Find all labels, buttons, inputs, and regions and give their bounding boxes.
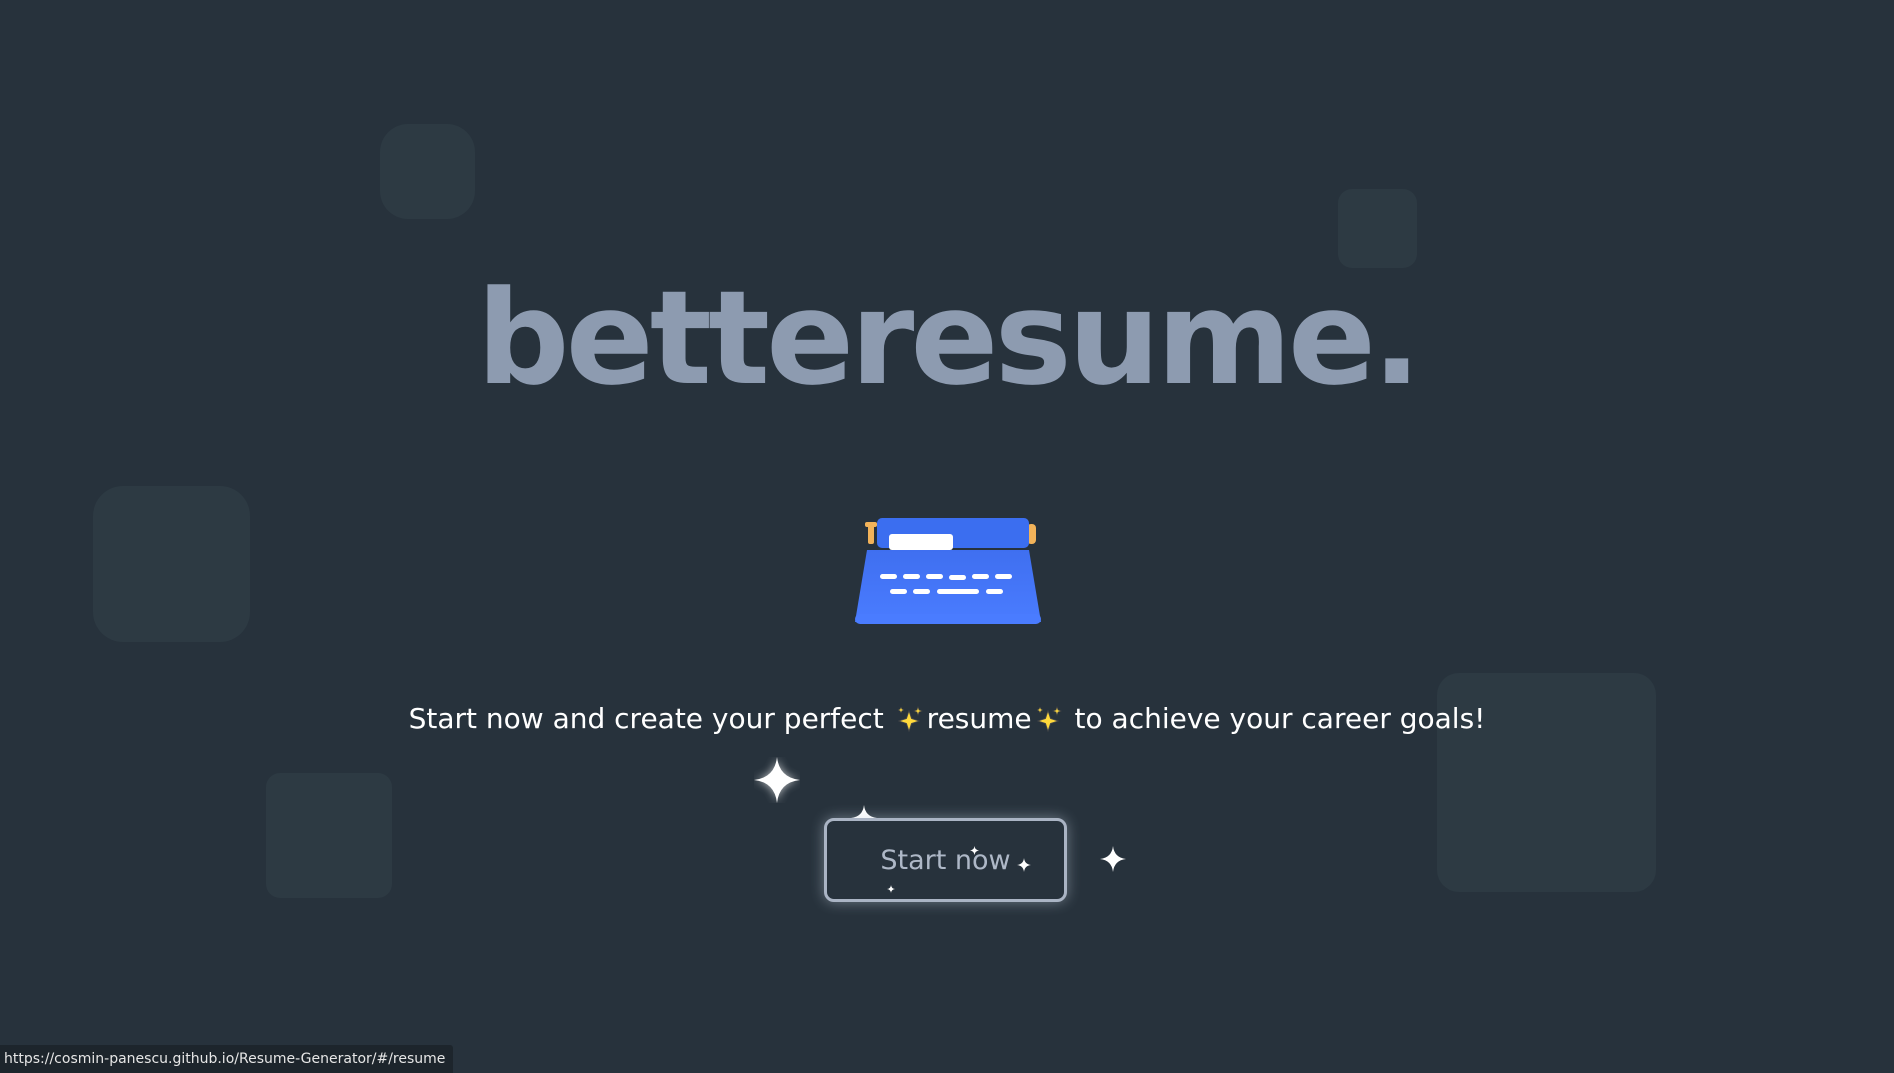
status-bar-url: https://cosmin-panescu.github.io/Resume-… bbox=[0, 1045, 454, 1073]
background-square bbox=[93, 486, 250, 642]
star-icon bbox=[1017, 858, 1031, 872]
tagline-text-start: Start now and create your perfect bbox=[408, 702, 893, 735]
tagline-text-end: to achieve your career goals! bbox=[1065, 702, 1486, 735]
star-icon bbox=[887, 885, 895, 893]
sparkles-icon bbox=[1035, 706, 1062, 733]
brand-title: betteresume. bbox=[476, 262, 1422, 414]
sparkles-icon bbox=[896, 706, 923, 733]
tagline-text-resume: resume bbox=[926, 702, 1032, 735]
landing-page: betteresume. Start now and create your p… bbox=[0, 0, 1894, 1073]
background-square bbox=[1338, 189, 1417, 268]
star-icon bbox=[1100, 846, 1126, 872]
background-square bbox=[380, 124, 475, 219]
typewriter-icon bbox=[855, 518, 1041, 624]
star-icon bbox=[970, 846, 979, 855]
star-icon bbox=[754, 757, 800, 803]
hero-tagline: Start now and create your perfect resume… bbox=[0, 698, 1894, 740]
background-square bbox=[266, 773, 392, 898]
